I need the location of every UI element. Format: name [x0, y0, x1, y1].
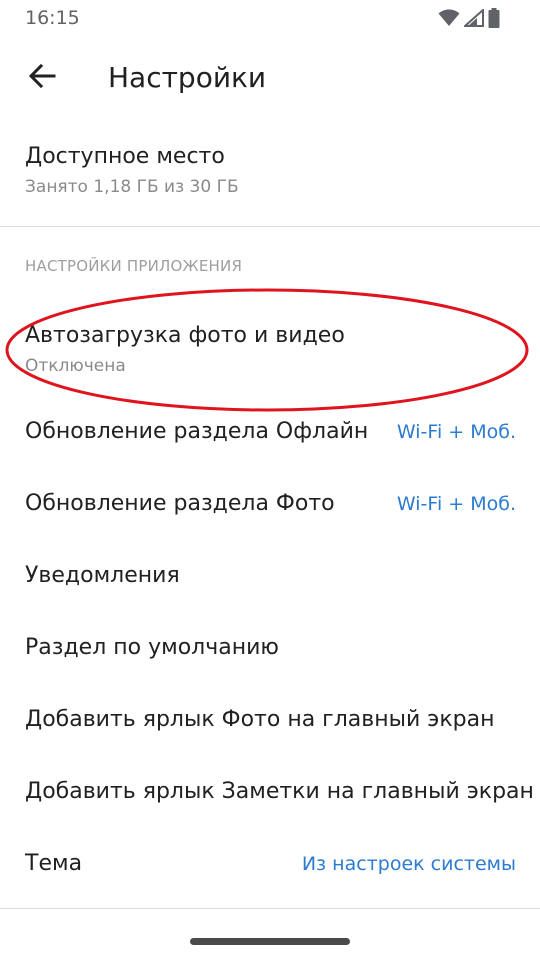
setting-default-section[interactable]: Раздел по умолчанию: [0, 620, 540, 676]
wifi-icon: [438, 9, 460, 27]
setting-title: Добавить ярлык Заметки на главный экран: [25, 779, 534, 804]
setting-value: Wi-Fi + Моб.: [396, 493, 516, 515]
status-icons: [438, 7, 500, 29]
setting-title: Уведомления: [25, 563, 180, 588]
setting-title: Раздел по умолчанию: [25, 635, 279, 660]
setting-value: Wi-Fi + Моб.: [396, 421, 516, 443]
setting-subtitle: Отключена: [25, 356, 126, 376]
setting-autoupload[interactable]: Автозагрузка фото и видео Отключена: [0, 312, 540, 392]
setting-notes-shortcut[interactable]: Добавить ярлык Заметки на главный экран: [0, 764, 540, 820]
status-bar: 16:15: [0, 0, 540, 36]
battery-icon: [488, 8, 500, 28]
status-time: 16:15: [25, 7, 80, 29]
bottom-divider: [0, 908, 540, 909]
storage-title: Доступное место: [25, 144, 225, 169]
section-header: НАСТРОЙКИ ПРИЛОЖЕНИЯ: [25, 257, 243, 275]
setting-photo-shortcut[interactable]: Добавить ярлык Фото на главный экран: [0, 692, 540, 748]
setting-offline-update[interactable]: Обновление раздела Офлайн Wi-Fi + Моб.: [0, 404, 540, 460]
setting-notifications[interactable]: Уведомления: [0, 548, 540, 604]
setting-photo-update[interactable]: Обновление раздела Фото Wi-Fi + Моб.: [0, 476, 540, 532]
signal-icon: [464, 9, 484, 27]
back-button[interactable]: [20, 56, 64, 100]
page-title: Настройки: [108, 61, 267, 94]
settings-screen: 16:15 Настройки Доступное место Занято 1…: [0, 0, 540, 960]
arrow-back-icon: [28, 63, 56, 92]
app-bar: Настройки: [0, 44, 540, 112]
setting-title: Обновление раздела Офлайн: [25, 419, 369, 444]
setting-title: Тема: [25, 851, 83, 876]
setting-value: Из настроек системы: [301, 853, 516, 875]
setting-title: Обновление раздела Фото: [25, 491, 335, 516]
storage-item[interactable]: Доступное место Занято 1,18 ГБ из 30 ГБ: [0, 132, 540, 222]
setting-title: Добавить ярлык Фото на главный экран: [25, 707, 495, 732]
setting-theme[interactable]: Тема Из настроек системы: [0, 836, 540, 892]
setting-title: Автозагрузка фото и видео: [25, 323, 345, 348]
home-gesture-handle[interactable]: [190, 938, 350, 945]
section-divider: [0, 226, 540, 227]
storage-usage: Занято 1,18 ГБ из 30 ГБ: [25, 177, 239, 197]
